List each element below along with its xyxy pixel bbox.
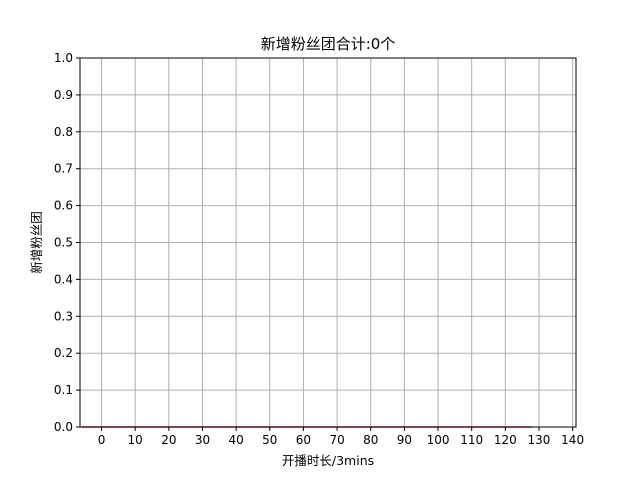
x-tick-label: 130 bbox=[528, 433, 551, 447]
y-tick-label: 0.1 bbox=[54, 383, 73, 397]
chart-title: 新增粉丝团合计:0个 bbox=[261, 35, 396, 53]
y-tick-label: 0.3 bbox=[54, 309, 73, 323]
x-tick-label: 10 bbox=[128, 433, 143, 447]
y-tick-label: 0.2 bbox=[54, 346, 73, 360]
y-tick-label: 0.8 bbox=[54, 125, 73, 139]
y-tick-label: 0.5 bbox=[54, 236, 73, 250]
y-tick-label: 0.6 bbox=[54, 199, 73, 213]
y-tick-label: 0.0 bbox=[54, 420, 73, 434]
x-tick-label: 20 bbox=[161, 433, 176, 447]
y-tick-label: 0.4 bbox=[54, 272, 73, 286]
x-tick-label: 140 bbox=[561, 433, 584, 447]
x-tick-label: 90 bbox=[397, 433, 412, 447]
x-tick-label: 30 bbox=[195, 433, 210, 447]
x-tick-label: 100 bbox=[427, 433, 450, 447]
x-tick-label: 80 bbox=[363, 433, 378, 447]
y-tick-label: 1.0 bbox=[54, 51, 73, 65]
chart-svg: 0 10 20 30 40 50 60 70 80 90 100 110 120 130 140 0.0 0.… bbox=[0, 0, 640, 480]
y-tick-label: 0.9 bbox=[54, 88, 73, 102]
x-tick-label: 120 bbox=[494, 433, 517, 447]
x-tick-label: 60 bbox=[296, 433, 311, 447]
x-tick-label: 110 bbox=[460, 433, 483, 447]
x-tick-label: 0 bbox=[98, 433, 106, 447]
x-tick-label: 40 bbox=[228, 433, 243, 447]
y-tick-label: 0.7 bbox=[54, 162, 73, 176]
x-tick-label: 70 bbox=[329, 433, 344, 447]
y-axis-label: 新增粉丝团 bbox=[29, 211, 44, 274]
x-axis-label: 开播时长/3mins bbox=[282, 453, 374, 468]
x-tick-label: 50 bbox=[262, 433, 277, 447]
chart: 0 10 20 30 40 50 60 70 80 90 100 110 120 130 140 0.0 0.… bbox=[0, 0, 640, 480]
